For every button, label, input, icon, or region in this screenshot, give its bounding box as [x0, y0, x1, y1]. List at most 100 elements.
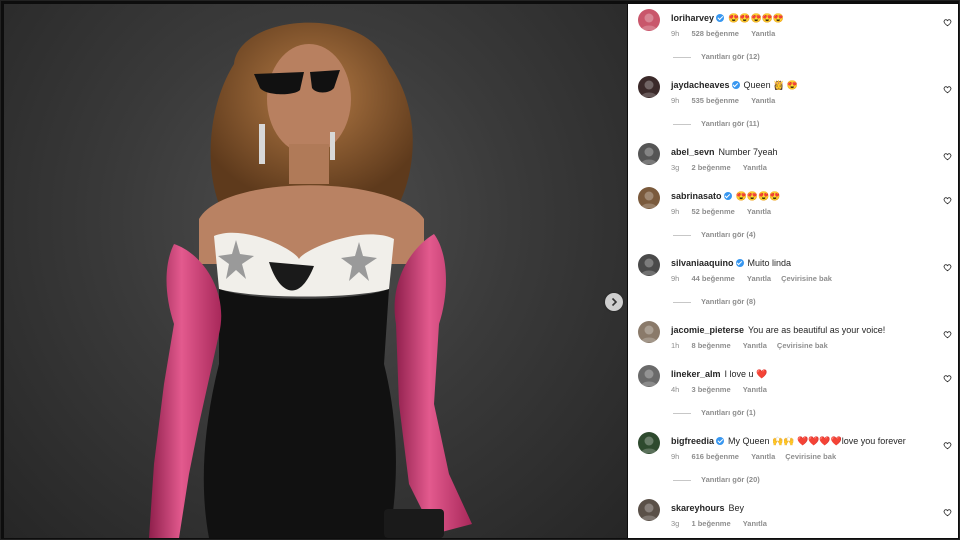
see-translation-button[interactable]: Çevirisine bak [785, 452, 836, 461]
comment-username[interactable]: sabrinasato [671, 191, 722, 201]
comment-meta: 1h 8 beğenme Yanıtla Çevirisine bak [671, 341, 838, 351]
like-comment-heart-icon[interactable] [943, 192, 952, 205]
comment-username[interactable]: abel_sevn [671, 147, 715, 157]
reply-button[interactable]: Yanıtla [743, 519, 767, 528]
comment-time[interactable]: 1h [671, 341, 679, 350]
avatar[interactable] [638, 143, 660, 165]
comment-time[interactable]: 3g [671, 519, 679, 528]
comment-text: 😍😍😍😍 [735, 191, 781, 201]
view-replies-label: Yanıtları gör (8) [701, 297, 756, 306]
like-comment-heart-icon[interactable] [943, 148, 952, 161]
comment-likes[interactable]: 3 beğenme [691, 385, 730, 394]
like-comment-heart-icon[interactable] [943, 370, 952, 383]
comment-text: Number 7yeah [718, 147, 778, 157]
comment-likes[interactable]: 8 beğenme [691, 341, 730, 350]
reply-button[interactable]: Yanıtla [743, 385, 767, 394]
reply-button[interactable]: Yanıtla [743, 163, 767, 172]
reply-button[interactable]: Yanıtla [747, 207, 771, 216]
comment-meta: 9h 44 beğenme Yanıtla Çevirisine bak [671, 274, 842, 284]
avatar[interactable] [638, 321, 660, 343]
comment-likes[interactable]: 1 beğenme [691, 519, 730, 528]
comment-meta: 4h 3 beğenme Yanıtla [671, 385, 777, 395]
comment-likes[interactable]: 52 beğenme [691, 207, 734, 216]
like-comment-heart-icon[interactable] [943, 259, 952, 272]
comment-time[interactable]: 9h [671, 274, 679, 283]
comment-username[interactable]: lineker_alm [671, 369, 721, 379]
comment-time[interactable]: 4h [671, 385, 679, 394]
comment-likes[interactable]: 2 beğenme [691, 163, 730, 172]
comment-text: You are as beautiful as your voice! [748, 325, 886, 335]
comment-likes[interactable]: 528 beğenme [691, 29, 739, 38]
avatar[interactable] [638, 499, 660, 521]
avatar[interactable] [638, 432, 660, 454]
replies-divider [673, 412, 691, 414]
view-replies-button[interactable]: Yanıtları gör (20) [673, 475, 760, 485]
instagram-post-window: loriharvey 😍😍😍😍😍 9h 528 beğenme Yanıtla Y… [0, 0, 960, 540]
view-replies-button[interactable]: Yanıtları gör (11) [673, 119, 759, 129]
comment-text: I love u ❤️ [724, 369, 768, 379]
comment-likes[interactable]: 616 beğenme [691, 452, 739, 461]
comment-time[interactable]: 9h [671, 29, 679, 38]
avatar[interactable] [638, 254, 660, 276]
next-photo-button[interactable] [605, 293, 623, 311]
comment-line: sabrinasato 😍😍😍😍 [671, 190, 780, 202]
comment-text: Queen 👸 😍 [743, 80, 798, 90]
avatar[interactable] [638, 76, 660, 98]
like-comment-heart-icon[interactable] [943, 81, 952, 94]
reply-button[interactable]: Yanıtla [751, 96, 775, 105]
view-replies-label: Yanıtları gör (20) [701, 475, 760, 484]
comment-username[interactable]: loriharvey [671, 13, 714, 23]
comment-time[interactable]: 9h [671, 207, 679, 216]
comment-line: lineker_alm I love u ❤️ [671, 368, 767, 380]
view-replies-label: Yanıtları gör (1) [701, 408, 756, 417]
comment-meta: 9h 535 beğenme Yanıtla [671, 96, 785, 106]
replies-divider [673, 479, 691, 481]
like-comment-heart-icon[interactable] [943, 504, 952, 517]
verified-badge-icon [735, 259, 744, 267]
comment-text: Muito linda [747, 258, 792, 268]
comment-line: jacomie_pieterse You are as beautiful as … [671, 324, 885, 336]
comment-username[interactable]: jaydacheaves [671, 80, 730, 90]
reply-button[interactable]: Yanıtla [751, 452, 775, 461]
comment-text: 😍😍😍😍😍 [728, 13, 785, 23]
comment-time[interactable]: 9h [671, 452, 679, 461]
comment-time[interactable]: 3g [671, 163, 679, 172]
comment-text: My Queen 🙌🙌 ❤️❤️❤️❤️love you forever [728, 436, 906, 446]
like-comment-heart-icon[interactable] [943, 14, 952, 27]
comment-likes[interactable]: 44 beğenme [691, 274, 734, 283]
comment-username[interactable]: silvaniaaquino [671, 258, 734, 268]
verified-badge-icon [716, 437, 725, 445]
replies-divider [673, 56, 691, 58]
comment-username[interactable]: skareyhours [671, 503, 725, 513]
like-comment-heart-icon[interactable] [943, 437, 952, 450]
avatar[interactable] [638, 187, 660, 209]
view-replies-button[interactable]: Yanıtları gör (8) [673, 297, 756, 307]
comment-text: Bey [728, 503, 745, 513]
avatar[interactable] [638, 9, 660, 31]
reply-button[interactable]: Yanıtla [751, 29, 775, 38]
comment-username[interactable]: jacomie_pieterse [671, 325, 744, 335]
comment-meta: 3g 1 beğenme Yanıtla [671, 519, 777, 529]
comment-likes[interactable]: 535 beğenme [691, 96, 739, 105]
see-translation-button[interactable]: Çevirisine bak [777, 341, 828, 350]
comment-line: silvaniaaquino Muito linda [671, 257, 791, 269]
comment-line: bigfreedia My Queen 🙌🙌 ❤️❤️❤️❤️love you f… [671, 435, 906, 447]
post-media [4, 4, 627, 538]
comment-time[interactable]: 9h [671, 96, 679, 105]
see-translation-button[interactable]: Çevirisine bak [781, 274, 832, 283]
reply-button[interactable]: Yanıtla [747, 274, 771, 283]
comment-meta: 3g 2 beğenme Yanıtla [671, 163, 777, 173]
post-photo [149, 22, 472, 538]
view-replies-label: Yanıtları gör (11) [701, 119, 760, 128]
replies-divider [673, 234, 691, 236]
comment-meta: 9h 52 beğenme Yanıtla [671, 207, 781, 217]
view-replies-button[interactable]: Yanıtları gör (1) [673, 408, 756, 418]
avatar[interactable] [638, 365, 660, 387]
replies-divider [673, 301, 691, 303]
view-replies-button[interactable]: Yanıtları gör (4) [673, 230, 756, 240]
comment-username[interactable]: bigfreedia [671, 436, 714, 446]
like-comment-heart-icon[interactable] [943, 326, 952, 339]
verified-badge-icon [731, 81, 740, 89]
view-replies-button[interactable]: Yanıtları gör (12) [673, 52, 760, 62]
reply-button[interactable]: Yanıtla [743, 341, 767, 350]
